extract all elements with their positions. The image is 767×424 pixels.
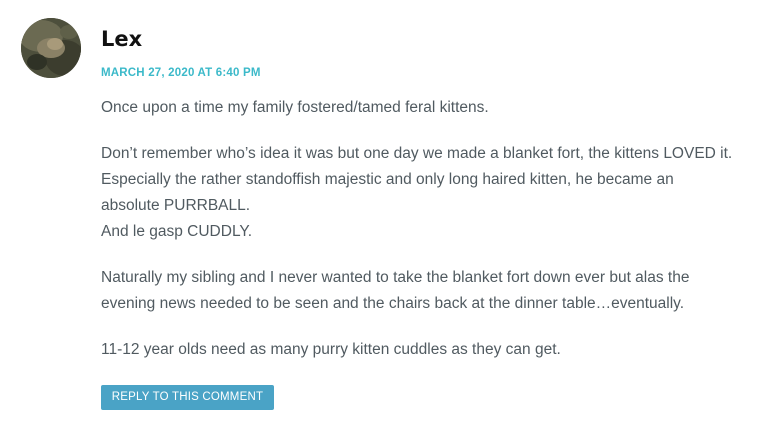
- comment-line: Naturally my sibling and I never wanted …: [101, 269, 690, 286]
- comment-line: 11-12 year olds need as many purry kitte…: [101, 341, 561, 358]
- comment-author[interactable]: Lex: [101, 25, 142, 53]
- comment-body: Once upon a time my family fostered/tame…: [101, 95, 761, 383]
- comment-line: And le gasp CUDDLY.: [101, 223, 253, 240]
- user-avatar-photo-icon: [21, 18, 81, 78]
- avatar[interactable]: [21, 18, 81, 78]
- comment-line: absolute PURRBALL.: [101, 197, 251, 214]
- comment-paragraph: 11-12 year olds need as many purry kitte…: [101, 337, 761, 363]
- comment-paragraph: Once upon a time my family fostered/tame…: [101, 95, 761, 121]
- comment-line: Once upon a time my family fostered/tame…: [101, 99, 489, 116]
- comment-line: Don’t remember who’s idea it was but one…: [101, 145, 733, 162]
- comment: Lex MARCH 27, 2020 AT 6:40 PM Once upon …: [0, 0, 767, 424]
- comment-date[interactable]: MARCH 27, 2020 AT 6:40 PM: [101, 66, 261, 80]
- comment-line: evening news needed to be seen and the c…: [101, 295, 685, 312]
- reply-button[interactable]: REPLY TO THIS COMMENT: [101, 385, 274, 410]
- comment-paragraph: Naturally my sibling and I never wanted …: [101, 265, 761, 317]
- comment-line: Especially the rather standoffish majest…: [101, 171, 674, 188]
- comment-paragraph: Don’t remember who’s idea it was but one…: [101, 141, 761, 245]
